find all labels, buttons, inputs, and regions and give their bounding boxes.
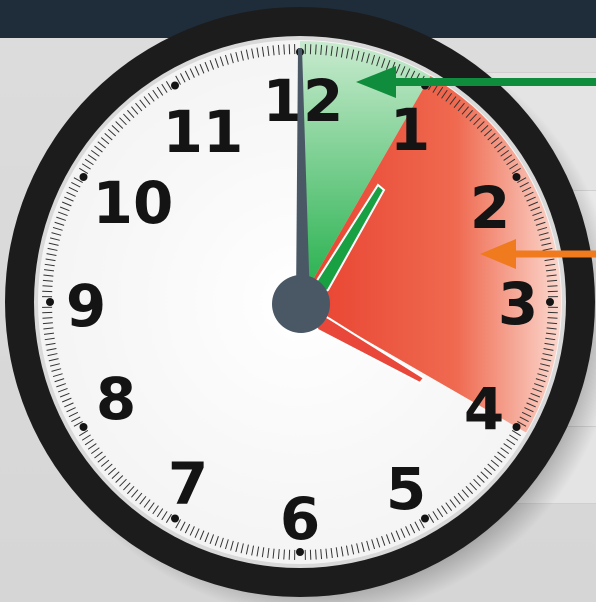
hour-number: 10	[93, 169, 174, 237]
hour-number: 8	[96, 365, 136, 433]
hand-hub	[272, 275, 330, 333]
hour-number: 5	[386, 455, 426, 523]
hour-number: 11	[163, 98, 244, 166]
hour-number: 6	[280, 485, 320, 553]
hour-dot	[79, 173, 88, 181]
hour-dot	[171, 81, 179, 90]
minute-tick	[547, 285, 558, 287]
hour-number: 1	[390, 96, 430, 164]
hour-number: 9	[66, 272, 106, 340]
minute-tick	[42, 317, 53, 319]
hour-number: 7	[168, 450, 208, 518]
hour-number: 4	[464, 375, 504, 443]
hour-dot	[512, 173, 521, 181]
minute-tick	[283, 44, 285, 55]
clock-illustration: 12 1 2 3 4 5 6 7 8 9 10 11	[5, 7, 596, 602]
hour-number: 2	[470, 174, 510, 242]
hour-dot	[512, 423, 521, 431]
hour-dot	[546, 298, 554, 306]
minute-tick	[42, 285, 53, 287]
hour-dot	[46, 298, 54, 306]
hour-number: 3	[498, 270, 538, 338]
minute-tick	[547, 317, 558, 319]
hour-dot	[79, 423, 88, 431]
minute-tick	[315, 44, 317, 55]
